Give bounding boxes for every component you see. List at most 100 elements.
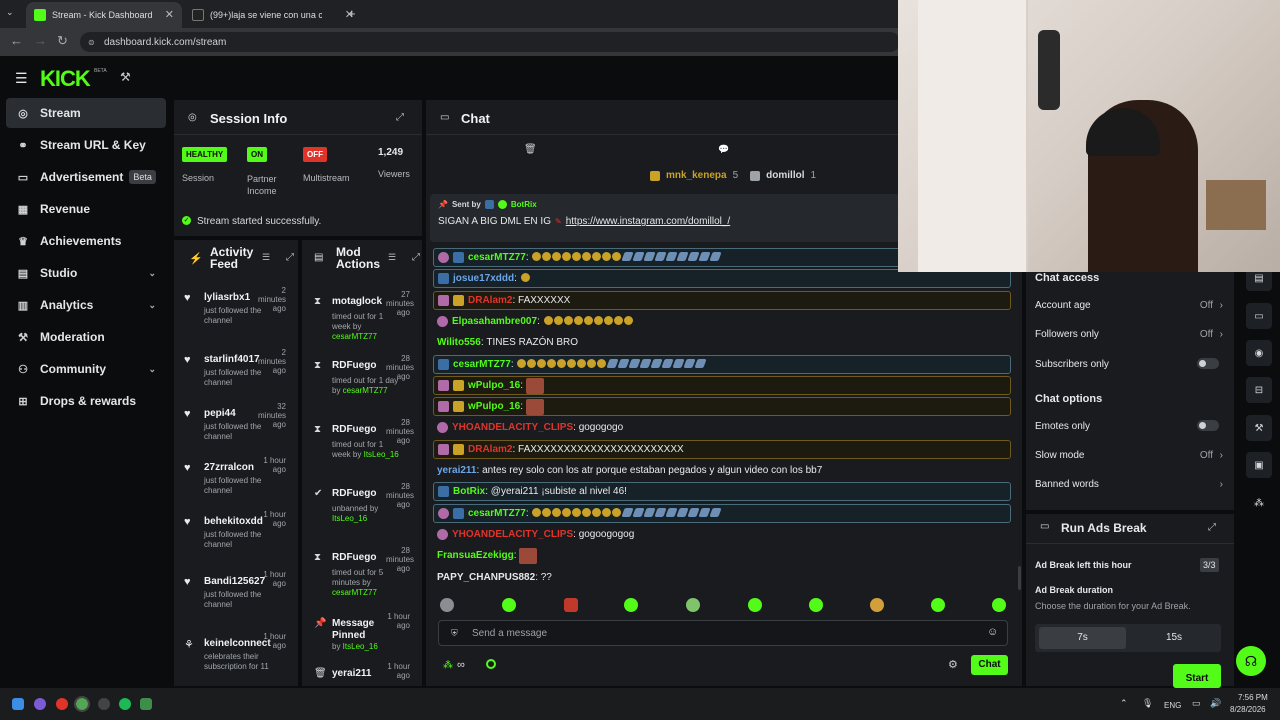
tab-tiktok[interactable]: (99+)laja se viene con una cola ✕ bbox=[184, 2, 362, 28]
account-age-option[interactable]: Account age Off › bbox=[1035, 300, 1225, 311]
chat-username[interactable]: Elpasahambre007 bbox=[452, 316, 537, 327]
emote-icon[interactable] bbox=[686, 598, 700, 612]
sidebar-item-drops-rewards[interactable]: ⊞ Drops & rewards bbox=[6, 386, 166, 416]
mic-icon[interactable]: 🎙 bbox=[1142, 698, 1153, 709]
emote-icon[interactable] bbox=[440, 598, 454, 612]
expand-icon[interactable]: ⤢ bbox=[1208, 522, 1216, 533]
kick-points-icon[interactable] bbox=[486, 659, 496, 669]
chat-username[interactable]: YHOANDELACITY_CLIPS bbox=[452, 422, 573, 433]
ad-15s-option[interactable]: 15s bbox=[1131, 627, 1217, 649]
emote-icon[interactable] bbox=[992, 598, 1006, 612]
start-icon[interactable] bbox=[12, 698, 24, 710]
volume-icon[interactable]: 🔊 bbox=[1210, 698, 1221, 709]
chat-message[interactable]: DRAlam2: FAXXXXXX bbox=[433, 291, 1011, 310]
chrome-icon[interactable] bbox=[74, 696, 90, 712]
chat-username[interactable]: cesarMTZ77 bbox=[453, 359, 511, 370]
save-icon[interactable]: ⊟ bbox=[1246, 377, 1272, 403]
filter-icon[interactable]: ☰ bbox=[388, 252, 396, 263]
pinned-message[interactable]: 📌 Sent by BotRix SIGAN A BIG DML EN IG ✎… bbox=[430, 194, 900, 242]
clock-time[interactable]: 7:56 PM bbox=[1238, 693, 1268, 702]
chat-rail-icon[interactable]: ▭ bbox=[1246, 303, 1272, 329]
close-icon[interactable]: ✕ bbox=[165, 8, 174, 21]
expand-icon[interactable]: ⤢ bbox=[286, 252, 294, 263]
emote-icon[interactable] bbox=[564, 598, 578, 612]
reload-icon[interactable]: ↻ bbox=[57, 33, 68, 49]
network-icon[interactable]: ▭ bbox=[1192, 698, 1201, 709]
chat-message[interactable]: FransuaEzekigg: bbox=[433, 546, 1011, 565]
sidebar-item-achievements[interactable]: ♛ Achievements bbox=[6, 226, 166, 256]
chat-username[interactable]: wPulpo_16 bbox=[468, 401, 520, 412]
emote-icon[interactable] bbox=[931, 598, 945, 612]
menu-icon[interactable]: ☰ bbox=[15, 70, 28, 87]
chat-message[interactable]: Elpasahambre007: bbox=[433, 312, 1011, 331]
chat-username[interactable]: wPulpo_16 bbox=[468, 380, 520, 391]
chat-message[interactable]: cesarMTZ77: bbox=[433, 355, 1011, 374]
chat-message[interactable]: cesarMTZ77: bbox=[433, 504, 1011, 523]
chat-message[interactable]: wPulpo_16: bbox=[433, 376, 1011, 395]
chat-message[interactable]: YHOANDELACITY_CLIPS: gogogogo bbox=[433, 418, 1011, 437]
emote-icon[interactable] bbox=[748, 598, 762, 612]
settings-icon[interactable]: ⚙ bbox=[948, 658, 958, 671]
scrollbar[interactable] bbox=[1018, 566, 1021, 590]
new-tab-icon[interactable]: + bbox=[348, 6, 356, 21]
chat-username[interactable]: DRAlam2 bbox=[468, 295, 512, 306]
sidebar-item-stream[interactable]: ◎ Stream bbox=[6, 98, 166, 128]
app-icon[interactable] bbox=[34, 698, 46, 710]
chat-message[interactable]: DRAlam2: FAXXXXXXXXXXXXXXXXXXXXXXX bbox=[433, 440, 1011, 459]
emote-icon[interactable] bbox=[809, 598, 823, 612]
spotify-icon[interactable] bbox=[119, 698, 131, 710]
address-bar[interactable]: ⊜ dashboard.kick.com/stream bbox=[80, 32, 900, 52]
chat-username[interactable]: PAPY_CHANPUS882 bbox=[437, 572, 535, 583]
emote-icon[interactable] bbox=[502, 598, 516, 612]
followers-only-option[interactable]: Followers only Off › bbox=[1035, 329, 1225, 340]
banned-words-option[interactable]: Banned words › bbox=[1035, 479, 1225, 490]
chat-message[interactable]: YHOANDELACITY_CLIPS: gogoogogog bbox=[433, 525, 1011, 544]
expand-icon[interactable]: ⤢ bbox=[396, 112, 404, 123]
points-icon[interactable]: ⁂ bbox=[443, 660, 453, 671]
sidebar-item-studio[interactable]: ▤ Studio ⌄ bbox=[6, 258, 166, 288]
sidebar-item-analytics[interactable]: ▥ Analytics ⌄ bbox=[6, 290, 166, 320]
obs-icon[interactable] bbox=[98, 698, 110, 710]
window-icon[interactable]: ▣ bbox=[1246, 452, 1272, 478]
record-icon[interactable]: ◉ bbox=[1246, 340, 1272, 366]
tools-icon[interactable]: ⚒ bbox=[1246, 415, 1272, 441]
emotes-only-toggle[interactable] bbox=[1197, 420, 1219, 431]
sidebar-item-advertisement[interactable]: ▭ Advertisement Beta bbox=[6, 162, 166, 192]
forward-icon[interactable]: → bbox=[34, 33, 47, 48]
back-icon[interactable]: ← bbox=[10, 33, 23, 48]
sidebar-item-community[interactable]: ⚇ Community ⌄ bbox=[6, 354, 166, 384]
subscribers-only-toggle[interactable] bbox=[1197, 358, 1219, 369]
tray-arrow-icon[interactable]: ⌃ bbox=[1120, 698, 1128, 709]
chat-message[interactable]: wPulpo_16: bbox=[433, 397, 1011, 416]
expand-icon[interactable]: ⤢ bbox=[412, 252, 420, 263]
slow-mode-option[interactable]: Slow mode Off › bbox=[1035, 450, 1225, 461]
chat-username[interactable]: cesarMTZ77 bbox=[468, 252, 526, 263]
chat-username[interactable]: YHOANDELACITY_CLIPS bbox=[452, 529, 573, 540]
filter-icon[interactable]: ☰ bbox=[262, 252, 270, 263]
sidebar-item-stream-url-key[interactable]: ⚭ Stream URL & Key bbox=[6, 130, 166, 160]
pin-icon[interactable]: ⚒ bbox=[120, 70, 131, 84]
chat-username[interactable]: yerai211 bbox=[437, 465, 477, 476]
emoji-icon[interactable]: ☺ bbox=[987, 626, 998, 638]
start-ad-button[interactable]: Start bbox=[1173, 664, 1221, 688]
chat-username[interactable]: Wilito556 bbox=[437, 337, 481, 348]
chat-username[interactable]: cesarMTZ77 bbox=[468, 508, 526, 519]
chat-message[interactable]: PAPY_CHANPUS882: ?? bbox=[433, 568, 1011, 587]
nodes-icon[interactable]: ⁂ bbox=[1246, 490, 1272, 516]
chat-bubble-icon[interactable]: 💬 bbox=[718, 144, 729, 155]
emote-icon[interactable] bbox=[870, 598, 884, 612]
chat-message[interactable]: Wilito556: TINES RAZÓN BRO bbox=[433, 333, 1011, 352]
tab-kick-dashboard[interactable]: Stream - Kick Dashboard ✕ bbox=[26, 2, 182, 28]
chrome-icon[interactable] bbox=[56, 698, 68, 710]
ad-7s-option[interactable]: 7s bbox=[1039, 627, 1126, 649]
chat-username[interactable]: BotRix bbox=[453, 486, 485, 497]
emote-icon[interactable] bbox=[624, 598, 638, 612]
send-chat-button[interactable]: Chat bbox=[971, 655, 1008, 675]
chat-input-box[interactable]: ⛨ Send a message ☺ bbox=[438, 620, 1008, 646]
sidebar-item-moderation[interactable]: ⚒ Moderation bbox=[6, 322, 166, 352]
sidebar-item-revenue[interactable]: ▦ Revenue bbox=[6, 194, 166, 224]
site-info-icon[interactable]: ⊜ bbox=[88, 38, 95, 47]
chat-username[interactable]: FransuaEzekigg bbox=[437, 550, 514, 561]
pinned-link[interactable]: https://www.instagram.com/domillol_/ bbox=[566, 216, 731, 227]
tab-search-icon[interactable]: ⌄ bbox=[6, 7, 14, 18]
